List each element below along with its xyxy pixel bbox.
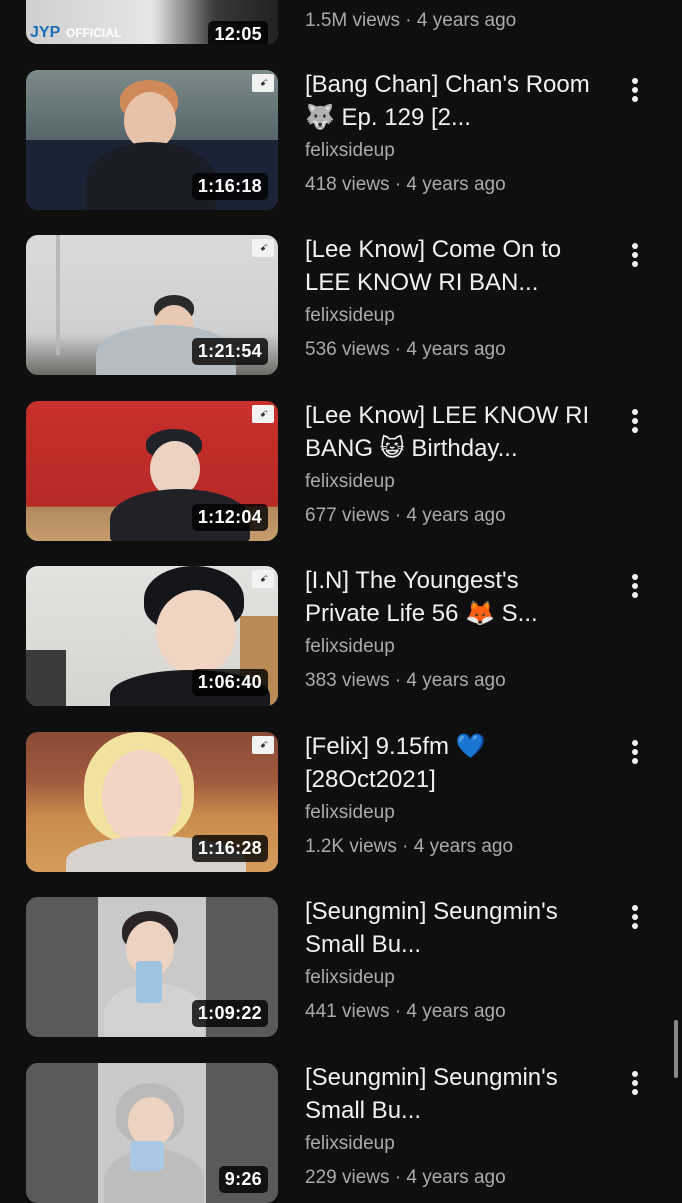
video-duration: 1:06:40	[191, 669, 268, 696]
channel-watermark-icon: ꗃ	[252, 405, 274, 423]
more-vert-icon[interactable]	[622, 78, 648, 108]
video-thumbnail[interactable]: ꗃ 1:16:18	[26, 70, 278, 210]
channel-name[interactable]: felixsideup	[305, 140, 395, 162]
video-row[interactable]: ꗃ 1:21:54 [Lee Know] Come On to LEE KNOW…	[0, 235, 682, 375]
channel-name[interactable]: felixsideup	[305, 802, 395, 824]
video-title[interactable]: [Seungmin] Seungmin's Small Bu...	[305, 1061, 595, 1127]
video-thumbnail[interactable]: 9:26	[26, 1063, 278, 1203]
video-title[interactable]: [Seungmin] Seungmin's Small Bu...	[305, 895, 595, 961]
video-row[interactable]: ꗃ 1:12:04 [Lee Know] LEE KNOW RI BANG 😺 …	[0, 401, 682, 541]
video-row[interactable]: ꗃ 1:16:18 [Bang Chan] Chan's Room 🐺 Ep. …	[0, 70, 682, 210]
more-vert-icon[interactable]	[622, 243, 648, 273]
channel-name[interactable]: felixsideup	[305, 636, 395, 658]
video-duration: 1:16:18	[191, 173, 268, 200]
more-vert-icon[interactable]	[622, 574, 648, 604]
video-title[interactable]: [Lee Know] Come On to LEE KNOW RI BAN...	[305, 233, 595, 299]
video-meta: 1.5M views · 4 years ago	[305, 10, 517, 31]
video-title[interactable]: [Bang Chan] Chan's Room 🐺 Ep. 129 [2...	[305, 68, 595, 134]
more-vert-icon[interactable]	[622, 905, 648, 935]
channel-watermark-icon: ꗃ	[252, 239, 274, 257]
video-thumbnail[interactable]: ꗃ 1:06:40	[26, 566, 278, 706]
more-vert-icon[interactable]	[622, 740, 648, 770]
video-duration: 1:16:28	[191, 835, 268, 862]
video-meta: 1.2K views · 4 years ago	[305, 836, 514, 857]
video-row[interactable]: 1:09:22 [Seungmin] Seungmin's Small Bu..…	[0, 897, 682, 1037]
video-thumbnail[interactable]: ꗃ 1:21:54	[26, 235, 278, 375]
video-meta: 418 views · 4 years ago	[305, 174, 506, 195]
video-meta: 383 views · 4 years ago	[305, 670, 506, 691]
video-thumbnail[interactable]: JYP OFFICIAL 12:05	[26, 0, 278, 44]
channel-watermark-icon: ꗃ	[252, 74, 274, 92]
video-meta: 536 views · 4 years ago	[305, 339, 506, 360]
channel-name[interactable]: felixsideup	[305, 305, 395, 327]
video-thumbnail[interactable]: 1:09:22	[26, 897, 278, 1037]
official-label: OFFICIAL	[66, 26, 122, 40]
video-row[interactable]: 9:26 [Seungmin] Seungmin's Small Bu... f…	[0, 1063, 682, 1203]
video-duration: 1:09:22	[191, 1000, 268, 1027]
video-title[interactable]: [Felix] 9.15fm 💙 [28Oct2021]	[305, 730, 595, 796]
video-title[interactable]: [Lee Know] LEE KNOW RI BANG 😺 Birthday..…	[305, 399, 595, 465]
video-title[interactable]: [I.N] The Youngest's Private Life 56 🦊 S…	[305, 564, 595, 630]
video-meta: 677 views · 4 years ago	[305, 505, 506, 526]
video-thumbnail[interactable]: ꗃ 1:12:04	[26, 401, 278, 541]
channel-name[interactable]: felixsideup	[305, 471, 395, 493]
video-row-partial[interactable]: JYP OFFICIAL 12:05 1.5M views · 4 years …	[0, 0, 682, 44]
more-vert-icon[interactable]	[622, 409, 648, 439]
channel-watermark-icon: ꗃ	[252, 570, 274, 588]
video-duration: 12:05	[208, 21, 268, 44]
video-duration: 1:21:54	[191, 338, 268, 365]
video-row[interactable]: ꗃ 1:16:28 [Felix] 9.15fm 💙 [28Oct2021] f…	[0, 732, 682, 872]
channel-watermark-icon: ꗃ	[252, 736, 274, 754]
scrollbar[interactable]	[674, 1020, 678, 1078]
more-vert-icon[interactable]	[622, 1071, 648, 1101]
video-duration: 1:12:04	[191, 504, 268, 531]
channel-name[interactable]: felixsideup	[305, 967, 395, 989]
video-thumbnail[interactable]: ꗃ 1:16:28	[26, 732, 278, 872]
video-duration: 9:26	[218, 1166, 268, 1193]
video-meta: 441 views · 4 years ago	[305, 1001, 506, 1022]
video-row[interactable]: ꗃ 1:06:40 [I.N] The Youngest's Private L…	[0, 566, 682, 706]
channel-name[interactable]: felixsideup	[305, 1133, 395, 1155]
video-meta: 229 views · 4 years ago	[305, 1167, 506, 1188]
jyp-logo: JYP	[30, 24, 61, 41]
